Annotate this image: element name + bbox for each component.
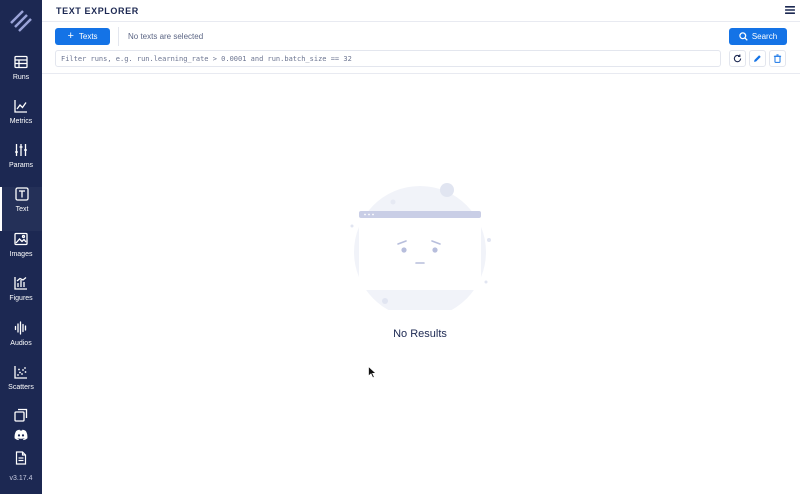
add-texts-label: Texts — [78, 32, 98, 41]
sidebar-item-label: Scatters — [8, 384, 34, 391]
hamburger-menu-icon[interactable] — [784, 4, 796, 16]
page-title: TEXT EXPLORER — [56, 6, 139, 16]
top-header: TEXT EXPLORER — [42, 0, 800, 22]
plus-icon: + — [67, 30, 74, 42]
sidebar-item-label: Params — [8, 162, 34, 169]
sidebar-item-runs[interactable]: Runs — [0, 55, 42, 99]
sidebar-item-audios[interactable]: Audios — [0, 321, 42, 365]
add-texts-button[interactable]: + Texts — [55, 28, 110, 45]
refresh-icon — [733, 54, 742, 63]
sidebar-item-params[interactable]: Params — [0, 143, 42, 187]
sidebar-item-scatters[interactable]: Scatters — [0, 365, 42, 409]
search-label: Search — [751, 32, 778, 41]
pencil-icon — [754, 55, 761, 62]
filter-query-input[interactable] — [55, 50, 721, 67]
bar-chart-icon — [14, 277, 27, 290]
clear-query-button[interactable] — [769, 50, 786, 67]
scatter-icon — [14, 366, 27, 379]
sidebar-item-label: Runs — [12, 74, 30, 81]
search-button[interactable]: Search — [729, 28, 787, 45]
sidebar-item-images[interactable]: Images — [0, 232, 42, 276]
image-icon — [14, 232, 28, 246]
discord-icon[interactable] — [14, 428, 28, 442]
text-box-icon — [15, 187, 29, 201]
sidebar-item-text[interactable]: Text — [0, 187, 42, 231]
line-chart-icon — [14, 100, 27, 113]
sidebar-item-label: Metrics — [9, 118, 33, 125]
sidebar-item-figures[interactable]: Figures — [0, 276, 42, 320]
sidebar: Runs Metrics Params Text Images Figures — [0, 0, 42, 494]
audio-wave-icon — [14, 321, 27, 335]
explorers-icon[interactable] — [14, 408, 28, 422]
toolbar-divider — [118, 27, 119, 46]
edit-query-button[interactable] — [749, 50, 766, 67]
sidebar-item-label: Text — [15, 206, 29, 213]
sidebar-item-label: Figures — [9, 295, 33, 302]
sidebar-item-label: Images — [9, 251, 33, 258]
sliders-icon — [15, 144, 27, 156]
empty-state-illustration — [350, 183, 491, 310]
sidebar-item-metrics[interactable]: Metrics — [0, 99, 42, 143]
search-icon — [739, 32, 748, 41]
selection-status: No texts are selected — [128, 32, 204, 41]
aim-logo-icon[interactable] — [9, 9, 33, 33]
empty-state-message: No Results — [393, 328, 447, 340]
docs-icon[interactable] — [14, 451, 28, 465]
toolbar-bottom-divider — [42, 73, 800, 74]
table-icon — [14, 55, 28, 69]
mouse-cursor-icon — [368, 366, 377, 379]
app-version: v3.17.4 — [9, 475, 33, 482]
trash-icon — [773, 54, 782, 63]
reset-query-button[interactable] — [729, 50, 746, 67]
sidebar-item-label: Audios — [10, 340, 32, 347]
